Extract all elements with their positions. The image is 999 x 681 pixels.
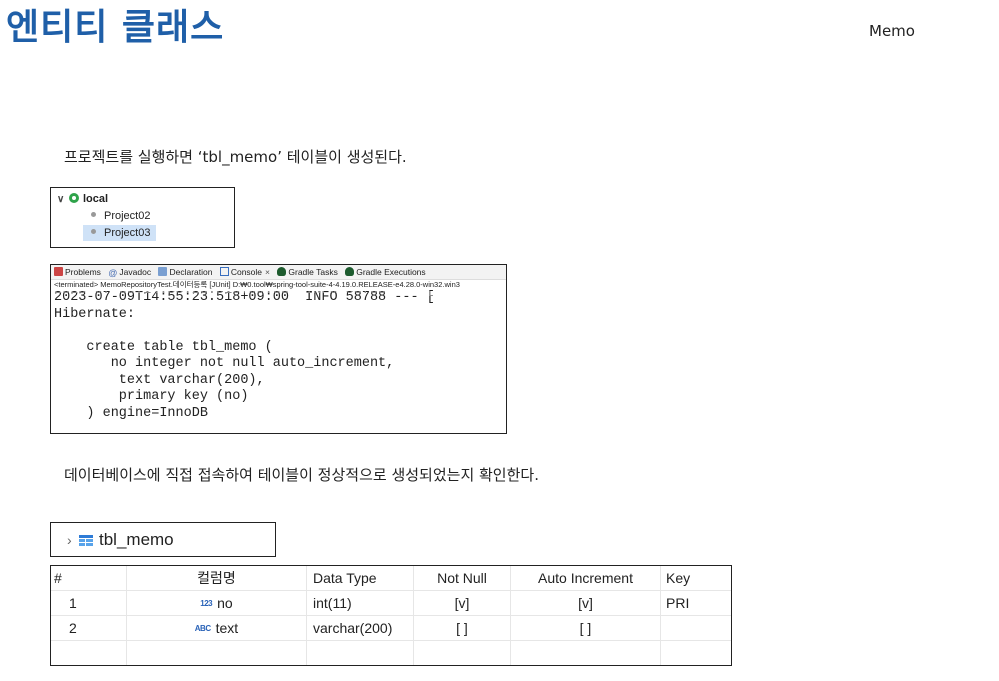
key-cell[interactable]: PRI (660, 590, 731, 616)
columns-header-row: # 컬럼명 Data Type Not Null Auto Increment … (51, 566, 731, 591)
schema-dot-icon (91, 212, 96, 217)
explorer-root-label: local (83, 193, 109, 205)
table-icon (79, 535, 93, 546)
tab-label: Gradle Tasks (288, 267, 338, 277)
table-node-label: tbl_memo (99, 530, 174, 549)
table-row[interactable]: 2 ABC text varchar(200) [ ] [ ] (51, 615, 731, 641)
tab-declaration[interactable]: Declaration (158, 265, 212, 279)
corner-label: Memo (869, 22, 915, 40)
data-type-cell[interactable]: varchar(200) (306, 615, 414, 641)
page-title: 엔티티 클래스 (6, 7, 225, 48)
declaration-icon (158, 267, 168, 276)
tab-gradle-executions[interactable]: Gradle Executions (345, 265, 426, 279)
tab-label: Problems (65, 267, 101, 277)
header-data-type[interactable]: Data Type (306, 566, 414, 591)
table-row-empty (51, 640, 731, 665)
tab-label: Declaration (169, 267, 213, 277)
explorer-item-project02[interactable]: Project02 (91, 208, 150, 224)
tab-label: Gradle Executions (356, 267, 426, 277)
gradle-icon (345, 267, 355, 276)
header-key[interactable]: Key (660, 566, 731, 591)
header-num[interactable]: # (51, 566, 127, 591)
explorer-item-label: Project03 (104, 227, 151, 239)
tab-console[interactable]: Console × (219, 265, 270, 279)
column-name: no (217, 595, 233, 611)
row-num: 1 (51, 590, 127, 616)
not-null-cell[interactable]: [ ] (413, 615, 511, 641)
tab-label: Console (230, 267, 263, 277)
explorer-item-label: Project02 (104, 210, 151, 222)
empty-cell (51, 640, 127, 665)
description-verify-table: 데이터베이스에 직접 접속하여 테이블이 정상적으로 생성되었는지 확인한다. (64, 466, 539, 484)
column-name-cell[interactable]: 123 no (126, 590, 307, 616)
explorer-root-local[interactable]: ∨ local (57, 191, 108, 207)
chevron-down-icon[interactable]: ∨ (57, 192, 67, 208)
key-cell[interactable] (660, 615, 731, 641)
close-icon[interactable]: × (265, 267, 270, 277)
console-output: 2023-07-09T14:55:23.518+09:00 INFO 58788… (54, 290, 435, 421)
console-panel: Problems @ Javadoc Declaration Console × G… (50, 264, 507, 434)
chevron-right-icon[interactable]: › (67, 524, 79, 557)
empty-cell (306, 640, 414, 665)
row-num: 2 (51, 615, 127, 641)
tab-gradle-tasks[interactable]: Gradle Tasks (277, 265, 338, 279)
empty-cell (660, 640, 731, 665)
explorer-item-project03[interactable]: Project03 (83, 225, 157, 241)
tab-label: Javadoc (119, 267, 152, 277)
db-connection-icon (69, 193, 79, 203)
text-type-icon: ABC (194, 624, 211, 633)
table-row[interactable]: 1 123 no int(11) [v] [v] PRI (51, 590, 731, 616)
table-node-tbl-memo[interactable]: › tbl_memo (50, 522, 276, 557)
schema-dot-icon (91, 229, 96, 234)
columns-grid: # 컬럼명 Data Type Not Null Auto Increment … (50, 565, 732, 666)
console-icon (219, 267, 229, 276)
auto-increment-cell[interactable]: [v] (510, 590, 661, 616)
tab-javadoc[interactable]: @ Javadoc (108, 265, 151, 280)
empty-cell (413, 640, 511, 665)
data-type-cell[interactable]: int(11) (306, 590, 414, 616)
auto-increment-cell[interactable]: [ ] (510, 615, 661, 641)
header-column-name[interactable]: 컬럼명 (126, 566, 307, 591)
column-name: text (215, 620, 239, 636)
db-explorer-panel: ∨ local Project02 Project03 (50, 187, 235, 248)
description-run-project: 프로젝트를 실행하면 ‘tbl_memo’ 테이블이 생성된다. (64, 148, 407, 166)
problems-icon (54, 267, 63, 276)
empty-cell (510, 640, 661, 665)
numeric-type-icon: 123 (200, 599, 213, 608)
column-name-cell[interactable]: ABC text (126, 615, 307, 641)
javadoc-icon: @ (108, 268, 118, 278)
header-auto-increment[interactable]: Auto Increment (510, 566, 661, 591)
gradle-icon (277, 267, 287, 276)
console-tab-bar: Problems @ Javadoc Declaration Console × G… (51, 265, 506, 280)
header-not-null[interactable]: Not Null (413, 566, 511, 591)
tab-problems[interactable]: Problems (54, 265, 101, 279)
terminated-status: <terminated> MemoRepositoryTest.데이터등록 [J… (54, 280, 460, 289)
not-null-cell[interactable]: [v] (413, 590, 511, 616)
empty-cell (126, 640, 307, 665)
